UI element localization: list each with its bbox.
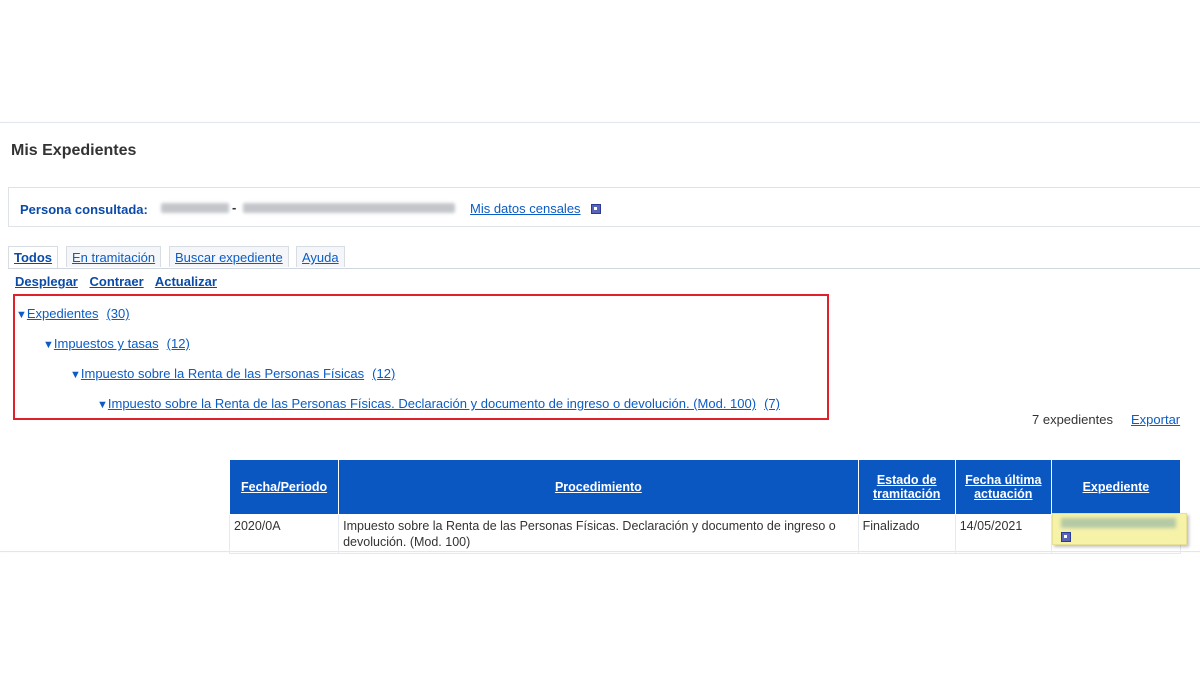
col-expediente[interactable]: Expediente (1050, 459, 1182, 515)
tab-todos[interactable]: Todos (8, 246, 59, 268)
redacted-nif (161, 203, 229, 213)
col-estado-tramitacion[interactable]: Estado de tramitación (857, 459, 956, 515)
person-consulted-label: Persona consultada: (20, 202, 148, 217)
tree-node-count[interactable]: (12) (167, 336, 190, 351)
export-link[interactable]: Exportar (1131, 412, 1180, 427)
census-data-link[interactable]: Mis datos censales (470, 201, 581, 216)
expand-link[interactable]: Desplegar (15, 274, 78, 289)
tree-node-count[interactable]: (12) (372, 366, 395, 381)
triangle-down-icon[interactable]: ▼ (97, 399, 108, 411)
results-count: 7 expedientes (1032, 412, 1113, 427)
person-consulted-bar: Persona consultada: - Mis datos censales (8, 187, 1200, 227)
tree-node-label[interactable]: Impuestos y tasas (54, 336, 159, 351)
expedientes-panel: Mis Expedientes Persona consultada: - Mi… (0, 122, 1200, 554)
external-link-icon[interactable] (591, 204, 601, 214)
tree-node-impuestos-tasas[interactable]: ▼Impuestos y tasas (12) (43, 336, 190, 351)
tab-ayuda[interactable]: Ayuda (296, 246, 345, 267)
redacted-expediente-link[interactable] (1060, 518, 1176, 528)
tree-highlight-box: ▼Expedientes (30) ▼Impuestos y tasas (12) … (13, 294, 829, 420)
tree-node-expedientes[interactable]: ▼Expedientes (30) (16, 306, 130, 321)
tree-node-count[interactable]: (30) (106, 306, 129, 321)
redacted-name (243, 203, 455, 213)
cell-estado: Finalizado (857, 514, 956, 554)
col-fecha-ultima-actuacion[interactable]: Fecha última actuación (954, 459, 1052, 515)
col-procedimiento[interactable]: Procedimiento (338, 459, 859, 515)
tab-en-tramitacion[interactable]: En tramitación (66, 246, 162, 267)
cell-expediente (1050, 513, 1187, 554)
tab-bar: Todos En tramitación Buscar expediente A… (8, 246, 1200, 269)
triangle-down-icon[interactable]: ▼ (16, 309, 27, 321)
page-title: Mis Expedientes (11, 142, 137, 159)
tree-node-label[interactable]: Expedientes (27, 306, 99, 321)
table-header-row: Fecha/Periodo Procedimiento Estado de tr… (228, 459, 1182, 515)
person-separator: - (232, 200, 237, 215)
tree-actions: Desplegar Contraer Actualizar (15, 274, 225, 289)
triangle-down-icon[interactable]: ▼ (70, 369, 81, 381)
document-icon[interactable] (1060, 532, 1071, 542)
collapse-link[interactable]: Contraer (90, 274, 144, 289)
tree-node-irpf[interactable]: ▼Impuesto sobre la Renta de las Personas… (70, 366, 395, 381)
tree-node-count[interactable]: (7) (764, 396, 780, 411)
results-table: Fecha/Periodo Procedimiento Estado de tr… (228, 459, 1187, 554)
col-fecha-periodo[interactable]: Fecha/Periodo (228, 459, 340, 515)
cell-procedimiento: Impuesto sobre la Renta de las Personas … (338, 514, 859, 554)
table-row: 2020/0A Impuesto sobre la Renta de las P… (228, 513, 1187, 554)
tree-node-label[interactable]: Impuesto sobre la Renta de las Personas … (81, 366, 364, 381)
cell-fecha: 2020/0A (228, 514, 340, 554)
expediente-highlight (1051, 513, 1187, 545)
tree-node-mod-100[interactable]: ▼Impuesto sobre la Renta de las Personas… (97, 396, 780, 411)
refresh-link[interactable]: Actualizar (155, 274, 217, 289)
cell-ultima-actuacion: 14/05/2021 (954, 514, 1052, 554)
tree-node-label[interactable]: Impuesto sobre la Renta de las Personas … (108, 396, 756, 411)
triangle-down-icon[interactable]: ▼ (43, 339, 54, 351)
tab-buscar-expediente[interactable]: Buscar expediente (169, 246, 289, 267)
